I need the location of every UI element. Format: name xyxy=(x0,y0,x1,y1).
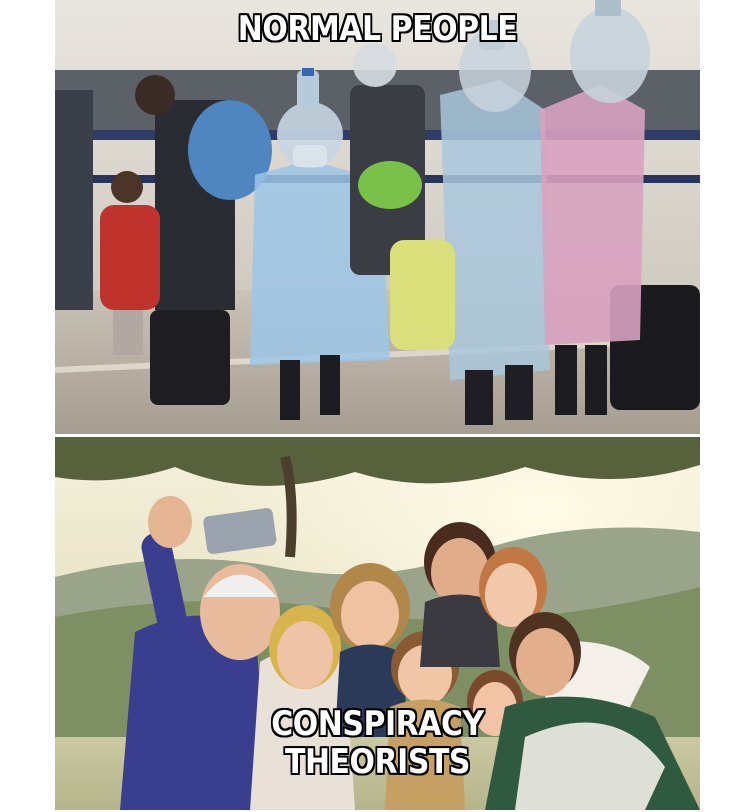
bottom-caption: CONSPIRACY THEORISTS xyxy=(94,705,662,781)
train-platform-illustration xyxy=(55,0,700,434)
bottom-panel-photo: CONSPIRACY THEORISTS xyxy=(55,437,700,810)
top-caption: NORMAL PEOPLE xyxy=(237,9,518,49)
top-panel-photo: NORMAL PEOPLE xyxy=(55,0,700,434)
bottom-caption-line1: CONSPIRACY xyxy=(271,704,484,744)
bottom-caption-line2: THEORISTS xyxy=(284,742,471,782)
meme-image: NORMAL PEOPLE CONSPIRACY THEORISTS xyxy=(0,0,750,812)
